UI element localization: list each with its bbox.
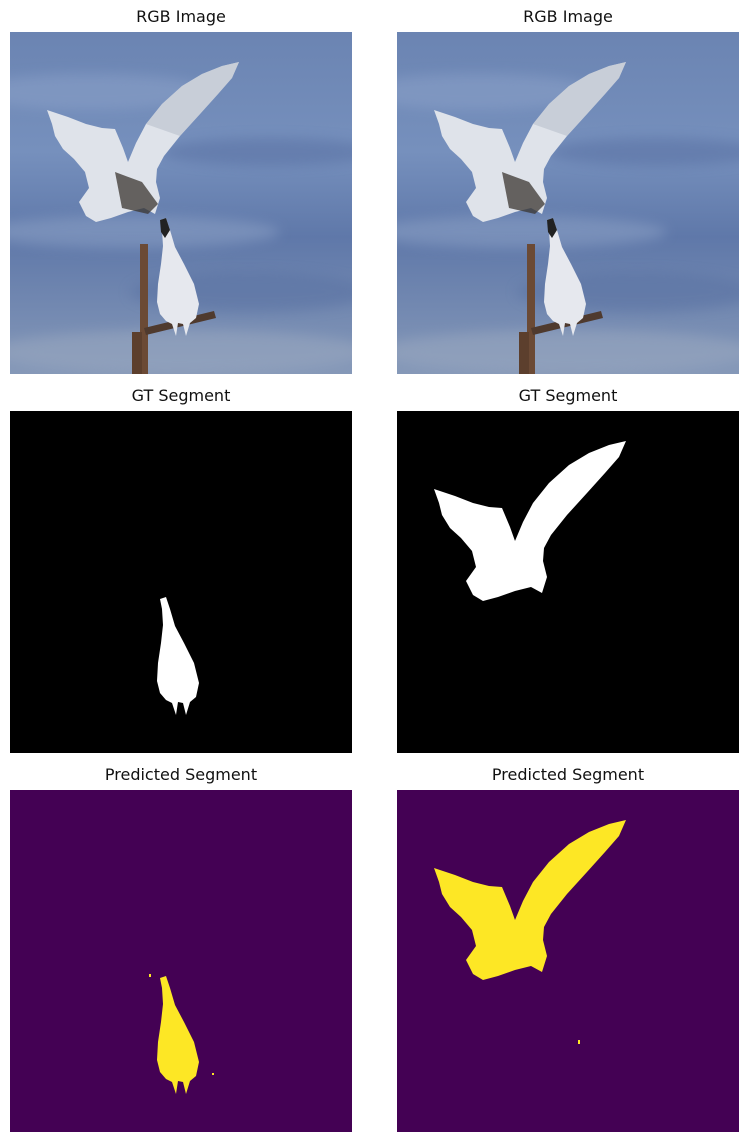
gt-segment-title-left: GT Segment xyxy=(131,386,231,405)
rgb-image-left xyxy=(10,32,352,374)
predicted-segment-title-right: Predicted Segment xyxy=(491,765,645,784)
pred-mask-background-right xyxy=(397,790,739,1132)
gt-mask-right xyxy=(397,411,739,753)
pred-mask-speck-left-1 xyxy=(149,974,151,977)
pred-mask-speck-right xyxy=(578,1040,580,1044)
rgb-photo-right xyxy=(397,32,739,374)
rgb-photo-left xyxy=(10,32,352,374)
gt-mask-left xyxy=(10,411,352,753)
predicted-mask-left xyxy=(10,790,352,1132)
predicted-segment-title-left: Predicted Segment xyxy=(104,765,258,784)
pred-mask-speck-left-2 xyxy=(212,1073,214,1075)
rgb-image-title-left: RGB Image xyxy=(136,7,226,26)
gt-mask-background-right xyxy=(397,411,739,753)
predicted-mask-right xyxy=(397,790,739,1132)
rgb-image-right xyxy=(397,32,739,374)
rgb-image-title-right: RGB Image xyxy=(523,7,613,26)
gt-segment-title-right: GT Segment xyxy=(518,386,618,405)
